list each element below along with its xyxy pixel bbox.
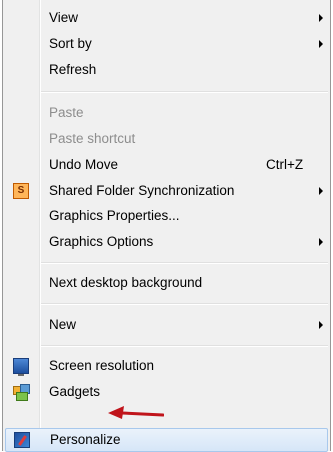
menu-item-undo-move[interactable]: Undo Move Ctrl+Z — [5, 154, 328, 176]
menu-item-personalize[interactable]: Personalize — [5, 428, 328, 452]
menu-item-label: New — [49, 317, 77, 332]
menu-item-label: Refresh — [49, 62, 97, 77]
menu-item-shortcut: Ctrl+Z — [266, 157, 304, 172]
menu-item-label: Next desktop background — [49, 275, 203, 290]
menu-item-view[interactable]: View — [5, 7, 328, 29]
submenu-arrow-icon — [319, 187, 323, 195]
submenu-arrow-icon — [319, 14, 323, 22]
menu-separator — [41, 262, 328, 264]
submenu-arrow-icon — [319, 321, 323, 329]
gadgets-icon — [13, 384, 30, 401]
menu-item-paste-shortcut[interactable]: Paste shortcut — [5, 128, 328, 150]
menu-separator — [41, 303, 328, 305]
menu-separator — [41, 91, 328, 93]
menu-item-refresh[interactable]: Refresh — [5, 59, 328, 81]
menu-item-label: Graphics Properties... — [49, 208, 180, 223]
screen-resolution-icon — [13, 358, 29, 376]
menu-item-label: Undo Move — [49, 157, 119, 172]
menu-item-label: Shared Folder Synchronization — [49, 183, 235, 198]
annotation-arrow-icon — [108, 406, 164, 419]
menu-item-shared-folder-synchronization[interactable]: S Shared Folder Synchronization — [5, 180, 328, 202]
menu-item-label: Sort by — [49, 36, 92, 51]
menu-item-label: Graphics Options — [49, 234, 154, 249]
submenu-arrow-icon — [319, 238, 323, 246]
menu-separator — [41, 345, 328, 347]
menu-item-screen-resolution[interactable]: Screen resolution — [5, 355, 328, 377]
menu-item-label: Paste — [49, 105, 84, 120]
menu-item-graphics-options[interactable]: Graphics Options — [5, 231, 328, 253]
context-menu: View Sort by Refresh Paste Paste shortcu… — [2, 0, 331, 452]
menu-item-label: Paste shortcut — [49, 131, 136, 146]
menu-item-next-desktop-background[interactable]: Next desktop background — [5, 272, 328, 294]
submenu-arrow-icon — [319, 40, 323, 48]
menu-item-label: Gadgets — [49, 384, 101, 399]
personalize-icon — [14, 432, 30, 448]
menu-item-paste[interactable]: Paste — [5, 102, 328, 124]
menu-item-label: Personalize — [50, 432, 121, 447]
menu-item-new[interactable]: New — [5, 314, 328, 336]
menu-item-sort-by[interactable]: Sort by — [5, 33, 328, 55]
menu-item-graphics-properties[interactable]: Graphics Properties... — [5, 205, 328, 227]
shared-folder-sync-icon: S — [13, 183, 29, 199]
menu-item-label: View — [49, 10, 79, 25]
menu-item-label: Screen resolution — [49, 358, 155, 373]
menu-item-gadgets[interactable]: Gadgets — [5, 381, 328, 403]
